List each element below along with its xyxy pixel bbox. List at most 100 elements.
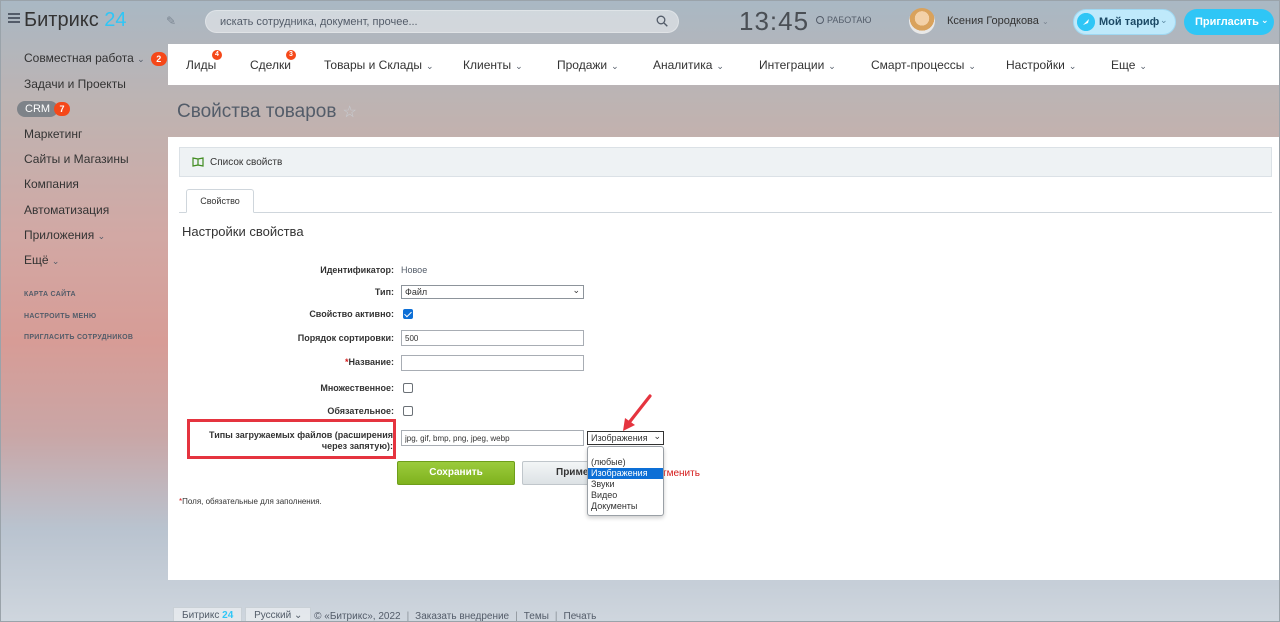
chevron-down-icon: ⌄	[968, 61, 976, 71]
nav-item-label: Товары и Склады	[324, 58, 423, 72]
clock[interactable]: 13:45	[739, 6, 809, 37]
type-label: Тип:	[374, 287, 394, 297]
chevron-down-icon: ⌄	[1160, 15, 1168, 25]
multiple-label: Множественное:	[320, 383, 394, 393]
sidebar-item-marketing[interactable]: Маркетинг	[24, 127, 82, 141]
name-label-text: Название:	[348, 357, 394, 367]
required-checkbox[interactable]	[403, 406, 413, 416]
tariff-button[interactable]: Мой тариф ⌄	[1073, 9, 1176, 35]
sidebar-item-sites[interactable]: Сайты и Магазины	[24, 152, 129, 166]
multiple-checkbox[interactable]	[403, 383, 413, 393]
page-title: Свойства товаров ☆	[177, 101, 357, 123]
sidebar-item-label: Ещё	[24, 253, 49, 267]
footer-logo-text: Битрикс	[182, 610, 220, 621]
nav-item-more[interactable]: Еще ⌄	[1111, 58, 1147, 72]
filetypes-input[interactable]	[401, 430, 584, 446]
sidebar-item-label: Совместная работа	[24, 51, 134, 65]
apply-button[interactable]: Применить	[522, 461, 590, 485]
nav-item-label: Продажи	[557, 58, 608, 72]
nav-item-integrations[interactable]: Интеграции ⌄	[759, 58, 836, 72]
chevron-down-icon: ⌄	[1139, 61, 1147, 71]
nav-item-label: Клиенты	[463, 58, 512, 72]
logo[interactable]: Битрикс 24	[24, 9, 127, 32]
nav-item-sales[interactable]: Продажи ⌄	[557, 58, 619, 72]
sidebar-item-tasks[interactable]: Задачи и Проекты	[24, 77, 126, 91]
sidebar-item-company[interactable]: Компания	[24, 177, 79, 191]
footer-divider: |	[554, 611, 558, 622]
name-label: *Название:	[345, 357, 394, 367]
sidebar-link-invite[interactable]: ПРИГЛАСИТЬ СОТРУДНИКОВ	[24, 334, 133, 341]
chevron-down-icon: ⌄	[716, 61, 724, 71]
option-video[interactable]: Видео	[588, 490, 663, 501]
nav-item-label: Еще	[1111, 58, 1136, 72]
type-select-value: Файл	[405, 287, 428, 297]
nav-item-clients[interactable]: Клиенты ⌄	[463, 58, 523, 72]
cancel-button[interactable]: тменить	[662, 468, 700, 479]
user-menu[interactable]: Ксения Городкова ⌄	[947, 15, 1049, 27]
sort-input[interactable]	[401, 330, 584, 346]
search-icon[interactable]	[656, 15, 668, 27]
sidebar-item-automation[interactable]: Автоматизация	[24, 203, 109, 217]
property-list-toolbar: Список свойств	[179, 147, 1272, 177]
active-checkbox[interactable]	[403, 309, 413, 319]
required-note: *Поля, обязательные для заполнения.	[179, 497, 322, 506]
copyright: © «Битрикс», 2022	[314, 611, 401, 622]
type-select[interactable]: Файл ⌄	[401, 285, 584, 299]
avatar[interactable]	[909, 8, 935, 34]
language-select[interactable]: Русский ⌄	[245, 607, 312, 622]
required-note-text: Поля, обязательные для заполнения.	[182, 497, 322, 506]
nav-item-settings[interactable]: Настройки ⌄	[1006, 58, 1076, 72]
status-dot-icon	[816, 16, 824, 24]
sidebar-item-more[interactable]: Ещё ⌄	[24, 253, 59, 267]
nav-item-label: Настройки	[1006, 58, 1065, 72]
menu-icon[interactable]	[8, 13, 20, 23]
sidebar-item-collab[interactable]: Совместная работа ⌄ 2	[24, 51, 167, 66]
print-link[interactable]: Печать	[564, 607, 597, 622]
chevron-down-icon: ⌄	[1261, 15, 1269, 25]
book-icon	[192, 157, 204, 167]
active-label: Свойство активно:	[309, 309, 394, 319]
chevron-down-icon: ⌄	[97, 231, 106, 241]
nav-item-label: Смарт-процессы	[871, 58, 965, 72]
nav-item-deals[interactable]: Сделки 3	[250, 50, 296, 72]
nav-item-leads[interactable]: Лиды 4	[186, 50, 222, 72]
nav-item-label: Сделки	[250, 58, 291, 72]
sidebar-link-sitemap[interactable]: КАРТА САЙТА	[24, 291, 76, 298]
main-content: Лиды 4 Сделки 3 Товары и Склады ⌄ Клиенты ⌄ …	[168, 44, 1280, 580]
nav-item-analytics[interactable]: Аналитика ⌄	[653, 58, 724, 72]
themes-link[interactable]: Темы	[524, 607, 549, 622]
star-icon[interactable]: ☆	[342, 104, 356, 121]
option-any[interactable]: (любые)	[588, 457, 663, 468]
chevron-down-icon: ⌄	[137, 54, 145, 64]
save-button[interactable]: Сохранить	[397, 461, 515, 485]
footer-logo-number: 24	[222, 610, 234, 621]
nav-item-smart-processes[interactable]: Смарт-процессы ⌄	[871, 58, 976, 72]
crm-nav-bar: Лиды 4 Сделки 3 Товары и Склады ⌄ Клиенты ⌄ …	[168, 44, 1280, 85]
counter-badge: 7	[54, 102, 70, 116]
invite-button[interactable]: Пригласить ⌄	[1184, 9, 1274, 35]
order-link[interactable]: Заказать внедрение	[415, 607, 509, 622]
option-sounds[interactable]: Звуки	[588, 479, 663, 490]
work-status[interactable]: РАБОТАЮ	[816, 15, 872, 25]
counter-badge: 2	[150, 52, 167, 66]
sort-label: Порядок сортировки:	[297, 333, 394, 343]
name-input[interactable]	[401, 355, 584, 371]
rocket-icon	[1077, 13, 1095, 31]
identifier-value: Новое	[401, 265, 428, 275]
tab-property[interactable]: Свойство	[186, 189, 254, 213]
sidebar-link-configure-menu[interactable]: НАСТРОИТЬ МЕНЮ	[24, 313, 96, 320]
work-status-label: РАБОТАЮ	[827, 15, 872, 25]
property-list-link[interactable]: Список свойств	[210, 157, 282, 168]
counter-badge: 3	[286, 50, 296, 60]
sidebar-item-crm[interactable]: CRM	[17, 101, 59, 117]
option-images[interactable]: Изображения	[588, 468, 663, 479]
sidebar-item-apps[interactable]: Приложения ⌄	[24, 228, 105, 242]
pencil-icon[interactable]: ✎	[166, 14, 176, 28]
footer-logo[interactable]: Битрикс 24	[173, 607, 243, 622]
option-documents[interactable]: Документы	[588, 501, 663, 512]
chevron-down-icon: ⌄	[572, 285, 580, 295]
nav-item-products[interactable]: Товары и Склады ⌄	[324, 58, 434, 72]
chevron-down-icon: ⌄	[1068, 61, 1077, 71]
search-input[interactable]	[220, 14, 640, 30]
footer-divider: |	[406, 611, 410, 622]
